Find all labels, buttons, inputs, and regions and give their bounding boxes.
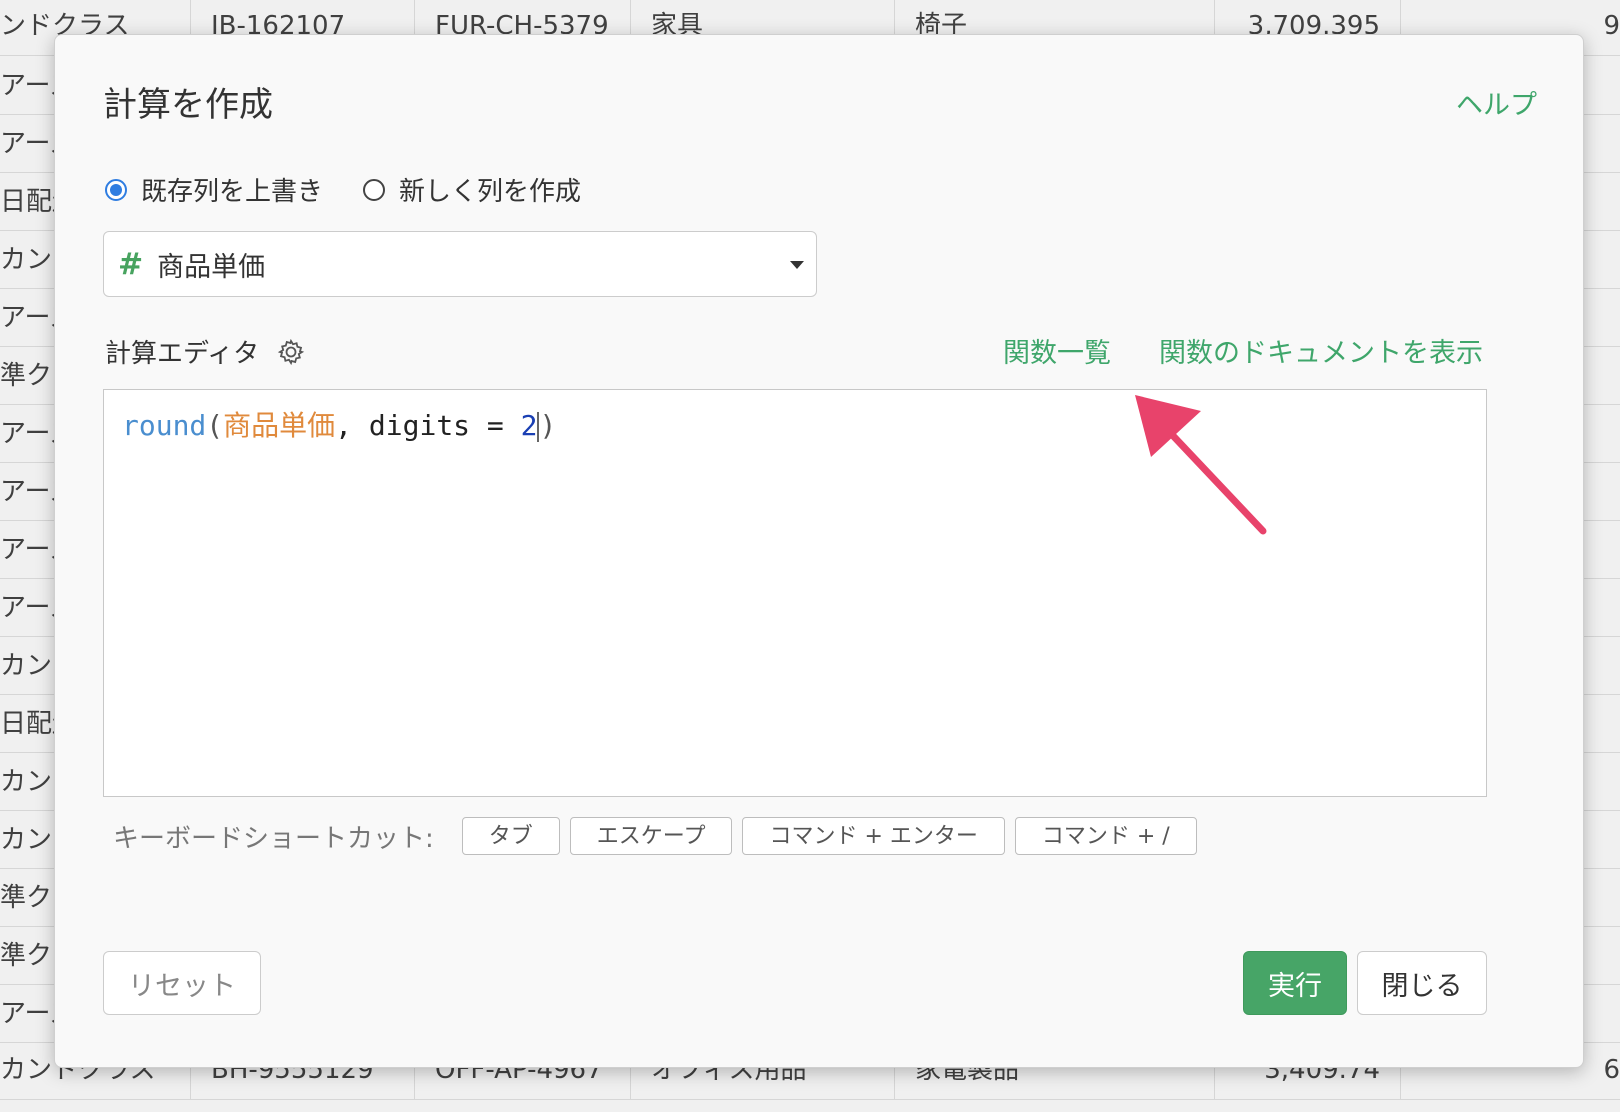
gear-icon[interactable] [277, 338, 305, 366]
column-select-value: 商品単価 [157, 251, 266, 283]
code-paren-token: ( [206, 409, 224, 442]
column-select[interactable]: # 商品単価 [103, 231, 817, 297]
shortcut-key-tab[interactable]: タブ [461, 817, 560, 855]
code-line[interactable]: round(商品単価, digits = 2) [122, 404, 556, 444]
column-mode-radio-group: 既存列を上書き 新しく列を作成 [105, 171, 621, 208]
code-argument-token: , digits = [335, 409, 521, 442]
code-paren-token: ) [539, 409, 557, 442]
function-list-link[interactable]: 関数一覧 [1003, 331, 1111, 370]
radio-overwrite-existing[interactable]: 既存列を上書き [105, 171, 323, 208]
radio-label: 既存列を上書き [141, 177, 324, 207]
code-column-token: 商品単価 [223, 409, 336, 442]
keyboard-shortcuts: キーボードショートカット: タブ エスケープ コマンド + エンター コマンド … [113, 817, 1207, 855]
calculation-editor[interactable]: round(商品単価, digits = 2) [103, 389, 1487, 797]
caret-down-icon [790, 261, 804, 269]
shortcut-key-command-enter[interactable]: コマンド + エンター [742, 817, 1005, 855]
reset-button[interactable]: リセット [103, 951, 261, 1015]
editor-label-text: 計算エディタ [105, 339, 260, 369]
function-docs-link[interactable]: 関数のドキュメントを表示 [1159, 331, 1483, 370]
close-button[interactable]: 閉じる [1357, 951, 1487, 1015]
radio-create-new[interactable]: 新しく列を作成 [363, 171, 581, 208]
run-button[interactable]: 実行 [1243, 951, 1347, 1015]
create-calculation-dialog: 計算を作成 ヘルプ 既存列を上書き 新しく列を作成 # 商品単価 計算エディタ … [54, 34, 1584, 1068]
code-number-token: 2 [520, 409, 538, 442]
radio-unchecked-icon[interactable] [363, 178, 386, 201]
help-link[interactable]: ヘルプ [1456, 83, 1537, 122]
numeric-type-icon: # [118, 246, 144, 282]
editor-label: 計算エディタ [105, 333, 305, 370]
dialog-title: 計算を作成 [103, 85, 273, 125]
shortcuts-label: キーボードショートカット: [113, 823, 434, 854]
radio-checked-icon[interactable] [105, 178, 127, 201]
radio-label: 新しく列を作成 [399, 177, 582, 207]
shortcut-key-escape[interactable]: エスケープ [569, 817, 733, 855]
code-function-token: round [122, 409, 207, 442]
shortcut-key-command-slash[interactable]: コマンド + / [1014, 817, 1197, 855]
